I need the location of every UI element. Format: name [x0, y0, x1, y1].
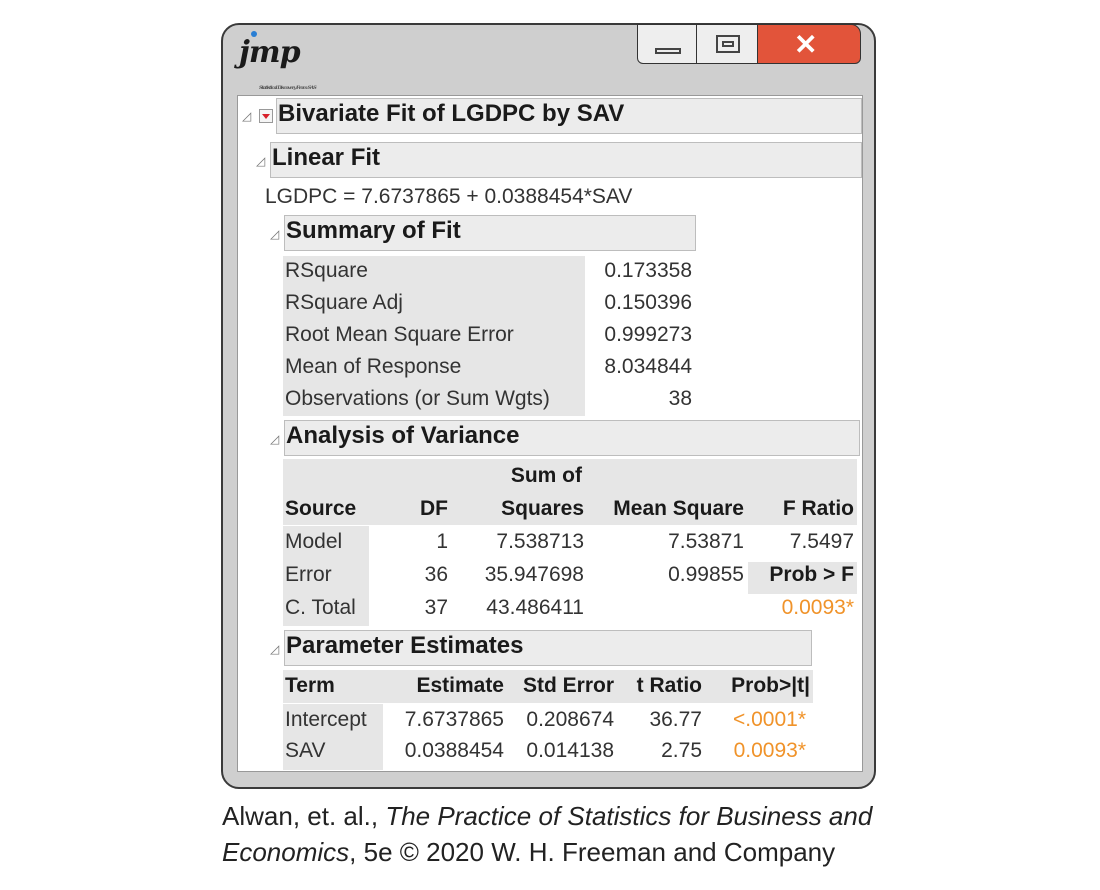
caption-book-title-cont: Economics	[222, 837, 350, 867]
figure-caption: Alwan, et. al., The Practice of Statisti…	[222, 798, 872, 870]
estimates-term: Intercept	[285, 708, 367, 731]
summary-value: 0.999273	[604, 323, 692, 346]
collapse-triangle-icon[interactable]: ◿	[270, 642, 279, 656]
anova-df: 1	[436, 530, 448, 553]
parameter-estimates-title: Parameter Estimates	[286, 632, 524, 659]
estimates-t: 36.77	[649, 708, 702, 731]
anova-source: C. Total	[285, 596, 356, 619]
anova-source: Model	[285, 530, 343, 553]
estimates-estimate: 7.6737865	[404, 708, 504, 731]
minimize-icon	[655, 48, 681, 54]
collapse-triangle-icon[interactable]: ◿	[256, 154, 265, 168]
logo-tagline: Statistical Discovery From SAS	[259, 85, 317, 91]
estimates-p: 0.0093*	[733, 739, 806, 762]
estimates-header-se: Std Error	[522, 674, 614, 697]
summary-value: 0.173358	[604, 259, 692, 282]
linear-fit-title: Linear Fit	[272, 144, 381, 171]
collapse-triangle-icon[interactable]: ◿	[270, 432, 279, 446]
anova-ms: 0.99855	[668, 563, 744, 586]
anova-header-df: DF	[420, 497, 448, 520]
fit-equation: LGDPC = 7.6737865 + 0.0388454*SAV	[265, 185, 633, 208]
summary-label: Mean of Response	[285, 355, 462, 378]
summary-value: 0.150396	[604, 291, 692, 314]
summary-label: RSquare Adj	[285, 291, 403, 314]
title-bar: jmp Statistical Discovery From SAS ✕	[223, 24, 874, 91]
minimize-button[interactable]	[637, 24, 697, 64]
anova-ss: 43.486411	[486, 596, 584, 619]
anova-header-ss: Squares	[501, 497, 584, 520]
estimates-term: SAV	[285, 739, 326, 762]
collapse-triangle-icon[interactable]: ◿	[270, 227, 279, 241]
report-content: ◿ Bivariate Fit of LGDPC by SAV ◿ Linear…	[237, 95, 863, 772]
report-title: Bivariate Fit of LGDPC by SAV	[278, 100, 625, 127]
anova-f: 7.5497	[789, 530, 854, 553]
anova-ms: 7.53871	[668, 530, 744, 553]
maximize-button[interactable]	[696, 24, 758, 64]
estimates-t: 2.75	[661, 739, 702, 762]
collapse-triangle-icon[interactable]: ◿	[242, 109, 251, 123]
anova-ss: 7.538713	[496, 530, 584, 553]
prob-f-value: 0.0093*	[781, 596, 854, 619]
anova-title: Analysis of Variance	[286, 422, 520, 449]
red-triangle-menu-icon[interactable]	[259, 109, 273, 123]
summary-value: 8.034844	[604, 355, 692, 378]
estimates-header-p: Prob>|t|	[731, 674, 810, 697]
anova-df: 37	[424, 596, 448, 619]
estimates-header-estimate: Estimate	[416, 674, 504, 697]
summary-label: Observations (or Sum Wgts)	[285, 387, 550, 410]
estimates-se: 0.208674	[526, 708, 614, 731]
estimates-header-term: Term	[285, 674, 335, 697]
anova-source: Error	[285, 563, 332, 586]
summary-value: 38	[668, 387, 692, 410]
caption-publisher: , 5e © 2020 W. H. Freeman and Company	[349, 837, 836, 867]
close-button[interactable]: ✕	[757, 24, 861, 64]
anova-header-f: F Ratio	[782, 497, 854, 520]
anova-ss: 35.947698	[484, 563, 584, 586]
caption-authors: Alwan, et. al.,	[222, 801, 386, 831]
close-icon: ✕	[794, 29, 818, 60]
prob-f-label: Prob > F	[769, 563, 854, 586]
jmp-report-window: jmp Statistical Discovery From SAS ✕ ◿ B…	[221, 23, 876, 789]
summary-label: RSquare	[285, 259, 368, 282]
anova-header-ms: Mean Square	[613, 497, 744, 520]
estimates-p: <.0001*	[733, 708, 806, 731]
estimates-header-t: t Ratio	[636, 674, 702, 697]
maximize-icon	[716, 35, 740, 53]
caption-book-title: The Practice of Statistics for Business …	[385, 801, 873, 831]
estimates-estimate: 0.0388454	[404, 739, 504, 762]
anova-header-ss-top: Sum of	[510, 464, 582, 487]
summary-label: Root Mean Square Error	[285, 323, 514, 346]
anova-header-source: Source	[285, 497, 357, 520]
estimates-se: 0.014138	[526, 739, 614, 762]
summary-of-fit-title: Summary of Fit	[286, 217, 461, 244]
anova-df: 36	[424, 563, 448, 586]
jmp-logo: jmp Statistical Discovery From SAS	[239, 31, 317, 91]
